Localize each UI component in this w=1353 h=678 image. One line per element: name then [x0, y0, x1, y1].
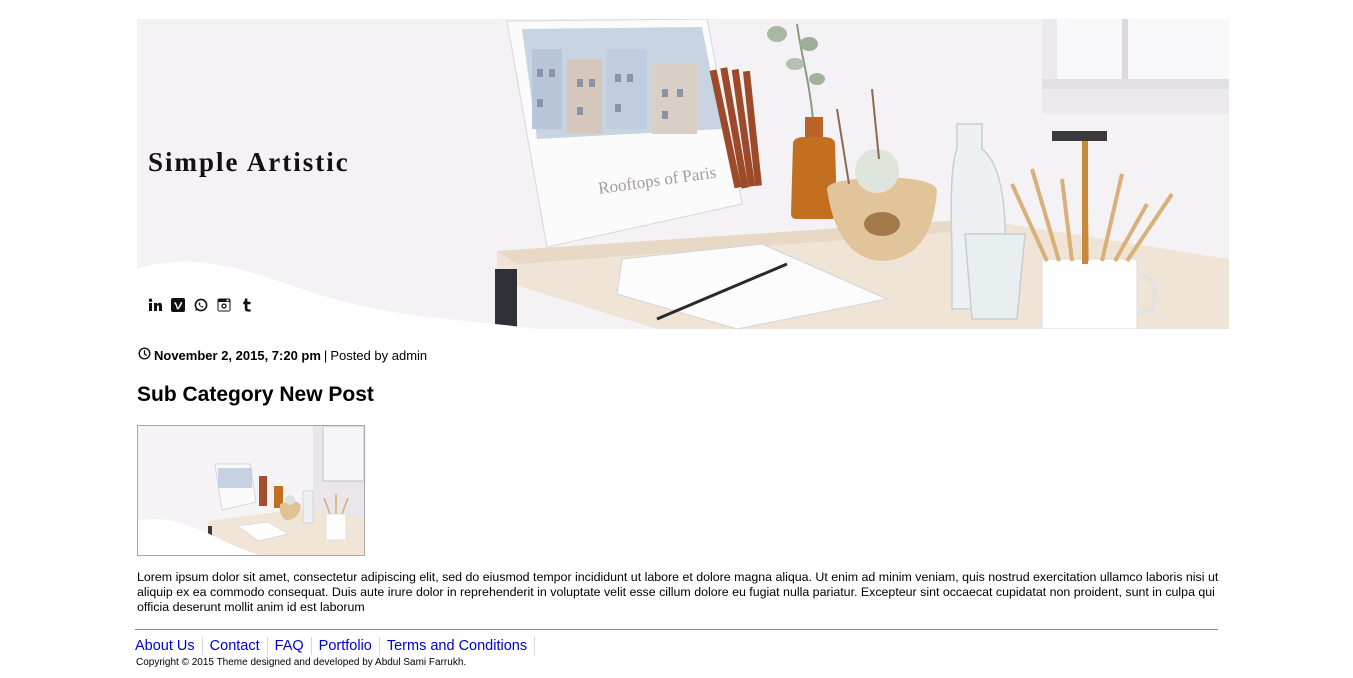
thumbnail-image [138, 426, 364, 555]
footer-nav: About Us Contact FAQ Portfolio Terms and… [135, 637, 536, 655]
post-body: Lorem ipsum dolor sit amet, consectetur … [137, 570, 1219, 614]
meta-separator: | [323, 347, 328, 363]
footer-divider [135, 629, 1218, 630]
page: Rooftops of Paris Simple Artistic Novemb… [0, 0, 1353, 678]
site-title[interactable]: Simple Artistic [148, 147, 350, 178]
header-banner: Rooftops of Paris Simple Artistic [137, 19, 1229, 329]
post-meta: November 2, 2015, 7:20 pm | Posted by ad… [138, 347, 427, 363]
footer-link-faq[interactable]: FAQ [268, 637, 312, 655]
tumblr-icon[interactable] [239, 297, 254, 312]
post-date: November 2, 2015, 7:20 pm [154, 347, 321, 363]
copyright-text: Copyright © 2015 Theme designed and deve… [136, 657, 467, 668]
post-title[interactable]: Sub Category New Post [137, 383, 374, 407]
footer-link-terms[interactable]: Terms and Conditions [380, 637, 536, 655]
instagram-icon[interactable] [216, 297, 231, 312]
linkedin-icon[interactable] [147, 297, 162, 312]
footer-link-contact[interactable]: Contact [203, 637, 268, 655]
footer-link-about-us[interactable]: About Us [135, 637, 203, 655]
footer-link-portfolio[interactable]: Portfolio [312, 637, 380, 655]
vimeo-icon[interactable] [170, 297, 185, 312]
post-author: Posted by admin [330, 347, 428, 363]
clock-icon [138, 347, 151, 363]
whatsapp-icon[interactable] [193, 297, 208, 312]
social-icons [147, 297, 254, 312]
post-thumbnail[interactable] [137, 425, 365, 556]
